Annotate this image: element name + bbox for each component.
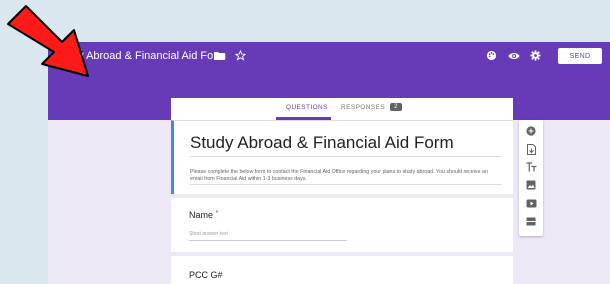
question-title[interactable]: Name * — [189, 210, 218, 220]
add-section-icon[interactable] — [525, 215, 537, 227]
tab-questions[interactable]: QUESTIONS — [286, 104, 328, 111]
folder-icon[interactable] — [213, 49, 226, 62]
question-title[interactable]: PCC G# — [189, 270, 223, 280]
tab-responses-label: RESPONSES — [341, 103, 386, 111]
divider — [190, 184, 502, 185]
form-description[interactable]: Please complete the below form to contac… — [190, 169, 500, 183]
add-question-icon[interactable] — [525, 125, 537, 137]
question-card-name[interactable]: Name * Short answer text — [171, 198, 513, 252]
add-image-icon[interactable] — [525, 179, 537, 191]
settings-gear-icon[interactable] — [529, 49, 542, 62]
question-title-text: Name — [189, 210, 214, 220]
palette-icon[interactable] — [485, 49, 498, 62]
form-header-card[interactable]: Study Abroad & Financial Aid Form Please… — [171, 120, 513, 194]
answer-underline — [189, 240, 347, 241]
responses-count-badge: 2 — [390, 103, 402, 111]
preview-eye-icon[interactable] — [507, 49, 520, 62]
forms-editor-window: dy Abroad & Financial Aid Form SEND QUES… — [48, 42, 610, 284]
required-asterisk: * — [215, 210, 219, 217]
question-card-pcc[interactable]: PCC G# — [171, 256, 513, 284]
form-name[interactable]: dy Abroad & Financial Aid Form — [72, 50, 226, 62]
divider — [190, 156, 502, 157]
import-questions-icon[interactable] — [525, 143, 537, 155]
star-icon[interactable] — [234, 49, 247, 62]
short-answer-placeholder: Short answer text — [189, 231, 228, 237]
red-arrow-annotation — [7, 5, 89, 77]
floating-toolbar — [519, 120, 543, 236]
tab-responses[interactable]: RESPONSES 2 — [341, 103, 402, 111]
form-tabs: QUESTIONS RESPONSES 2 — [171, 98, 513, 120]
add-title-icon[interactable] — [525, 161, 537, 173]
add-video-icon[interactable] — [525, 197, 537, 209]
form-title[interactable]: Study Abroad & Financial Aid Form — [190, 133, 454, 153]
send-button[interactable]: SEND — [558, 48, 602, 64]
